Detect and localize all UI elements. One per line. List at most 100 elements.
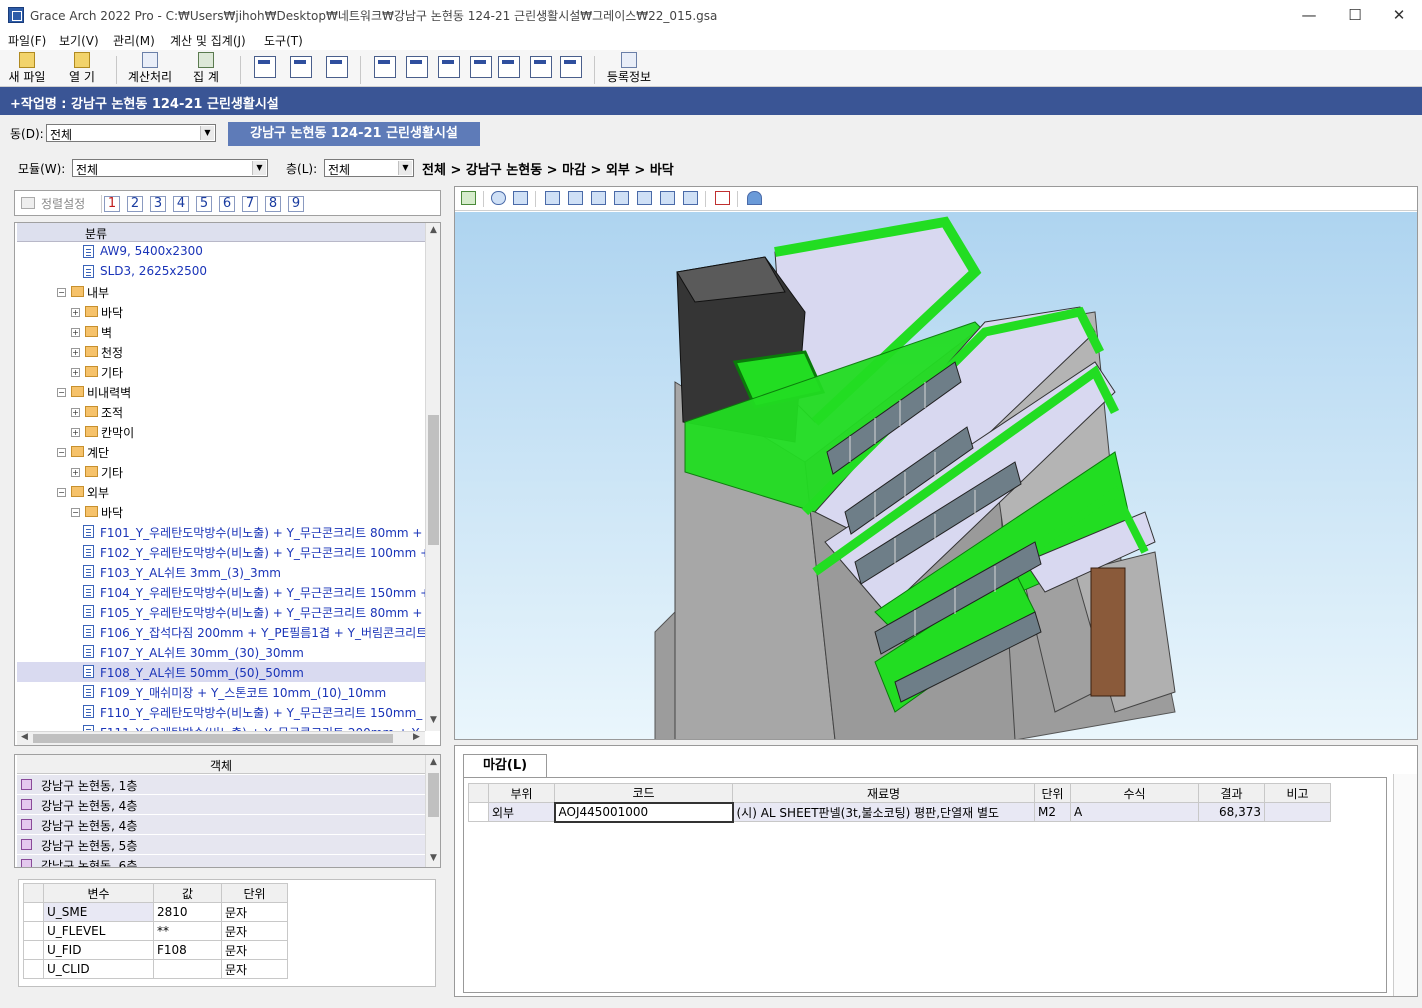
finish-material[interactable]: (시) AL SHEET판넬(3t,불소코팅) 평판,단열재 별도: [732, 802, 1035, 822]
form-5-icon[interactable]: [530, 56, 552, 78]
tree-item[interactable]: F108_Y_AL쉬트 50mm_(50)_50mm: [17, 662, 427, 682]
tree-item[interactable]: AW9, 5400x2300: [17, 242, 427, 262]
sort-level-3[interactable]: 3: [150, 196, 166, 212]
variable-value[interactable]: F108: [153, 940, 222, 960]
expand-icon[interactable]: +: [71, 468, 80, 477]
scroll-up-icon[interactable]: ▲: [426, 225, 440, 235]
finish-formula[interactable]: A: [1070, 802, 1199, 822]
scroll-thumb[interactable]: [33, 734, 393, 743]
tree-item[interactable]: F102_Y_우레탄도막방수(비노출) + Y_무근콘크리트 100mm +: [17, 542, 427, 562]
view-top-icon[interactable]: [637, 191, 652, 205]
menu-manage[interactable]: 관리(M): [113, 32, 155, 49]
tree-folder-item[interactable]: + 벽: [17, 322, 427, 342]
scroll-thumb[interactable]: [428, 773, 439, 817]
sort-level-8[interactable]: 8: [265, 196, 281, 212]
expand-icon[interactable]: +: [71, 408, 80, 417]
tree-folder-item[interactable]: + 조적: [17, 402, 427, 422]
shade-icon[interactable]: [747, 191, 762, 205]
list-icon[interactable]: [715, 191, 730, 205]
collapse-icon[interactable]: −: [57, 488, 66, 497]
sort-settings-button[interactable]: 정렬설정: [21, 195, 101, 211]
properties-button[interactable]: 등록정보: [604, 52, 654, 86]
finish-row[interactable]: 외부 AOJ445001000 (시) AL SHEET판넬(3t,불소코팅) 평판…: [468, 801, 1331, 823]
menu-tools[interactable]: 도구(T): [264, 32, 303, 49]
sort-level-4[interactable]: 4: [173, 196, 189, 212]
objects-scrollbar[interactable]: ▲ ▼: [425, 755, 440, 867]
tree-folder-item[interactable]: − 계단: [17, 442, 427, 462]
dong-select[interactable]: 전체 ▼: [46, 124, 216, 142]
tree-folder-item[interactable]: + 기타: [17, 462, 427, 482]
variable-row[interactable]: U_CLID 문자: [23, 959, 288, 979]
variable-unit[interactable]: 문자: [221, 921, 288, 941]
scroll-down-icon[interactable]: ▼: [426, 715, 440, 725]
tree-folder-item[interactable]: + 천정: [17, 342, 427, 362]
tree-item[interactable]: F104_Y_우레탄도막방수(비노출) + Y_무근콘크리트 150mm +: [17, 582, 427, 602]
object-list-item[interactable]: 강남구 논현동, 1층: [17, 775, 425, 795]
scroll-down-icon[interactable]: ▼: [426, 853, 440, 863]
scroll-left-icon[interactable]: ◀: [17, 732, 32, 742]
collapse-icon[interactable]: −: [57, 288, 66, 297]
form-2-icon[interactable]: [406, 56, 428, 78]
tree-vertical-scrollbar[interactable]: ▲ ▼: [425, 223, 440, 731]
tree-folder-item[interactable]: − 바닥: [17, 502, 427, 522]
tree-folder-item[interactable]: − 외부: [17, 482, 427, 502]
menu-file[interactable]: 파일(F): [8, 32, 46, 49]
new-file-button[interactable]: 새 파일: [6, 52, 48, 86]
preview-icon[interactable]: [254, 56, 276, 78]
object-list-item[interactable]: 강남구 논현동, 4층: [17, 815, 425, 835]
tree-item[interactable]: F106_Y_잡석다짐 200mm + Y_PE필름1겹 + Y_버림콘크리트: [17, 622, 427, 642]
expand-icon[interactable]: +: [71, 368, 80, 377]
view-back-icon[interactable]: [568, 191, 583, 205]
scroll-right-icon[interactable]: ▶: [409, 732, 424, 742]
finish-code[interactable]: AOJ445001000: [553, 801, 734, 823]
variable-name[interactable]: U_SME: [43, 902, 154, 922]
row-selector[interactable]: [468, 802, 489, 822]
print-preview-icon[interactable]: [326, 56, 348, 78]
3d-view-panel[interactable]: [454, 186, 1418, 740]
variable-value[interactable]: [153, 959, 222, 979]
sort-level-7[interactable]: 7: [242, 196, 258, 212]
tree-item[interactable]: F107_Y_AL쉬트 30mm_(30)_30mm: [17, 642, 427, 662]
variable-row[interactable]: U_SME 2810 문자: [23, 902, 288, 922]
pan-icon[interactable]: [513, 191, 528, 205]
model-refresh-icon[interactable]: [461, 191, 476, 205]
row-selector[interactable]: [23, 921, 44, 941]
tab-finish[interactable]: 마감(L): [463, 754, 547, 778]
view-left-icon[interactable]: [591, 191, 606, 205]
model-select[interactable]: 전체 ▼: [72, 159, 268, 177]
zoom-preview-icon[interactable]: [290, 56, 312, 78]
view-front-icon[interactable]: [545, 191, 560, 205]
tree-item[interactable]: F101_Y_우레탄도막방수(비노출) + Y_무근콘크리트 80mm +: [17, 522, 427, 542]
tree-folder-item[interactable]: − 비내력벽: [17, 382, 427, 402]
tree-item[interactable]: F103_Y_AL쉬트 3mm_(3)_3mm: [17, 562, 427, 582]
tree-folder-item[interactable]: + 기타: [17, 362, 427, 382]
orbit-icon[interactable]: [491, 191, 506, 205]
finish-unit[interactable]: M2: [1034, 802, 1071, 822]
form-4-icon[interactable]: [470, 56, 492, 78]
menu-calc[interactable]: 계산 및 집계(J): [170, 32, 246, 49]
variable-value[interactable]: **: [153, 921, 222, 941]
sort-level-9[interactable]: 9: [288, 196, 304, 212]
sort-level-6[interactable]: 6: [219, 196, 235, 212]
row-selector[interactable]: [23, 959, 44, 979]
form-6-icon[interactable]: [560, 56, 582, 78]
tree-item[interactable]: SLD3, 2625x2500: [17, 262, 427, 282]
object-list-item[interactable]: 강남구 논현동, 4층: [17, 795, 425, 815]
menu-view[interactable]: 보기(V): [59, 32, 99, 49]
variable-unit[interactable]: 문자: [221, 902, 288, 922]
scroll-up-icon[interactable]: ▲: [426, 757, 440, 767]
tree-item[interactable]: F109_Y_매쉬미장 + Y_스톤코트 10mm_(10)_10mm: [17, 682, 427, 702]
floor-select[interactable]: 전체 ▼: [324, 159, 414, 177]
variable-row[interactable]: U_FLEVEL ** 문자: [23, 921, 288, 941]
open-button[interactable]: 열 기: [62, 52, 102, 86]
row-selector[interactable]: [23, 902, 44, 922]
tree-folder-item[interactable]: − 내부: [17, 282, 427, 302]
calc-button[interactable]: 계산처리: [124, 52, 176, 86]
variable-name[interactable]: U_FID: [43, 940, 154, 960]
sort-level-1[interactable]: 1: [104, 196, 120, 212]
collapse-icon[interactable]: −: [71, 508, 80, 517]
form-edit-icon[interactable]: [498, 56, 520, 78]
variable-row[interactable]: U_FID F108 문자: [23, 940, 288, 960]
view-iso-icon[interactable]: [683, 191, 698, 205]
maximize-button[interactable]: ☐: [1332, 0, 1378, 30]
